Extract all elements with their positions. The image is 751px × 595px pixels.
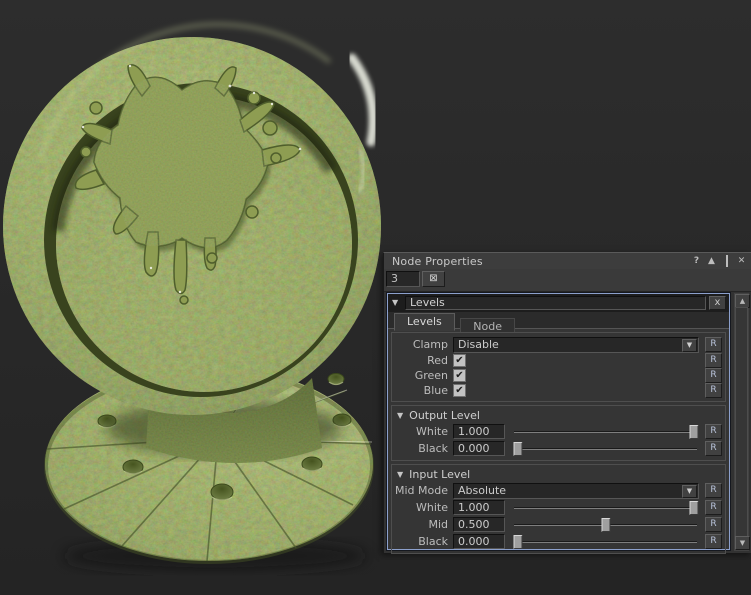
dropdown-arrow-icon[interactable]: ▼ [682,339,697,352]
mid-mode-dropdown[interactable]: Absolute ▼ [453,483,699,499]
input-white-slider[interactable] [514,501,697,515]
input-mid-row: Mid 0.500 R [395,517,722,532]
red-checkbox[interactable] [453,354,466,367]
levels-node-panel: ▼ Levels x Levels Node Clamp Disable [387,293,730,550]
properties-bin-toolbar: 3 ⊠ [384,270,751,291]
slider-handle[interactable] [601,518,610,532]
help-icon[interactable]: ? [690,255,703,267]
node-tabbar: Levels Node [388,312,729,329]
clamp-row: Clamp Disable ▼ R [395,337,722,352]
input-mid-value[interactable]: 0.500 [453,517,505,532]
close-icon[interactable]: ✕ [735,255,748,267]
slider-handle[interactable] [514,442,523,456]
revert-mid-mode-button[interactable]: R [705,483,722,498]
slider-track [514,541,697,543]
slider-handle[interactable] [689,501,698,515]
green-row: Green R [395,369,722,382]
tab-levels[interactable]: Levels [394,313,455,331]
titlebar-icons: ? ▲ ✕ [690,255,748,267]
collapse-arrow-icon[interactable]: ▼ [392,298,398,307]
input-black-row: Black 0.000 R [395,534,722,549]
red-row: Red R [395,354,722,367]
output-black-slider[interactable] [514,442,697,456]
max-panels-input[interactable]: 3 [386,271,420,287]
panel-titlebar[interactable]: Node Properties ? ▲ ✕ [384,253,751,269]
mid-mode-value: Absolute [458,485,506,497]
float-window-icon[interactable] [720,255,733,267]
slider-handle[interactable] [514,535,523,549]
output-white-value[interactable]: 1.000 [453,424,505,439]
revert-input-black-button[interactable]: R [705,534,722,549]
properties-scrollbar[interactable]: ▲ ▼ [734,293,749,551]
node-controls: Clamp Disable ▼ R Red R [388,330,729,549]
input-level-title: Input Level [409,468,470,481]
revert-blue-button[interactable]: R [705,383,722,398]
scroll-up-icon[interactable]: ▲ [735,294,750,308]
application-window: Node Properties ? ▲ ✕ 3 ⊠ ▼ Levels x Lev… [0,0,751,595]
input-mid-slider[interactable] [514,518,697,532]
slider-track [514,431,697,433]
revert-clamp-button[interactable]: R [705,337,722,352]
clamp-label: Clamp [395,338,448,351]
output-level-header[interactable]: ▼ Output Level [397,409,722,422]
output-black-label: Black [395,442,448,455]
node-panel-close-button[interactable]: x [709,296,726,310]
output-white-label: White [395,425,448,438]
blue-row: Blue R [395,384,722,397]
panel-title: Node Properties [392,255,483,268]
blue-label: Blue [395,384,448,397]
input-black-slider[interactable] [514,535,697,549]
collapse-arrow-icon[interactable]: ▼ [397,411,403,420]
section-channels: Clamp Disable ▼ R Red R [391,332,726,402]
green-label: Green [395,369,448,382]
section-output-level: ▼ Output Level White 1.000 R [391,405,726,461]
output-white-row: White 1.000 R [395,424,722,439]
output-level-title: Output Level [409,409,480,422]
output-black-value[interactable]: 0.000 [453,441,505,456]
input-black-value[interactable]: 0.000 [453,534,505,549]
slider-track [514,507,697,509]
clamp-dropdown[interactable]: Disable ▼ [453,337,699,353]
input-level-header[interactable]: ▼ Input Level [397,468,722,481]
revert-input-white-button[interactable]: R [705,500,722,515]
clamp-value: Disable [458,339,499,351]
revert-output-white-button[interactable]: R [705,424,722,439]
properties-bin: ▼ Levels x Levels Node Clamp Disable [384,291,751,553]
scrollbar-thumb[interactable] [735,307,748,537]
float-window-glyph [726,255,728,267]
output-black-row: Black 0.000 R [395,441,722,456]
input-mid-label: Mid [395,518,448,531]
scroll-down-icon[interactable]: ▼ [735,536,750,550]
node-panel-header[interactable]: ▼ Levels x [388,294,729,312]
green-checkbox[interactable] [453,369,466,382]
node-name-field[interactable]: Levels [405,296,706,310]
output-white-slider[interactable] [514,425,697,439]
input-white-row: White 1.000 R [395,500,722,515]
mid-mode-label: Mid Mode [395,484,448,497]
mid-mode-row: Mid Mode Absolute ▼ R [395,483,722,498]
slider-track [514,448,697,450]
node-properties-panel: Node Properties ? ▲ ✕ 3 ⊠ ▼ Levels x Lev… [383,252,751,553]
revert-green-button[interactable]: R [705,368,722,383]
collapse-arrow-icon[interactable]: ▼ [397,470,403,479]
clear-panels-button[interactable]: ⊠ [422,271,445,287]
revert-output-black-button[interactable]: R [705,441,722,456]
revert-input-mid-button[interactable]: R [705,517,722,532]
input-black-label: Black [395,535,448,548]
revert-red-button[interactable]: R [705,353,722,368]
blue-checkbox[interactable] [453,384,466,397]
dropdown-arrow-icon[interactable]: ▼ [682,485,697,498]
section-input-level: ▼ Input Level Mid Mode Absolute ▼ R [391,464,726,554]
pin-icon[interactable]: ▲ [705,255,718,267]
input-white-label: White [395,501,448,514]
red-label: Red [395,354,448,367]
input-white-value[interactable]: 1.000 [453,500,505,515]
slider-handle[interactable] [689,425,698,439]
